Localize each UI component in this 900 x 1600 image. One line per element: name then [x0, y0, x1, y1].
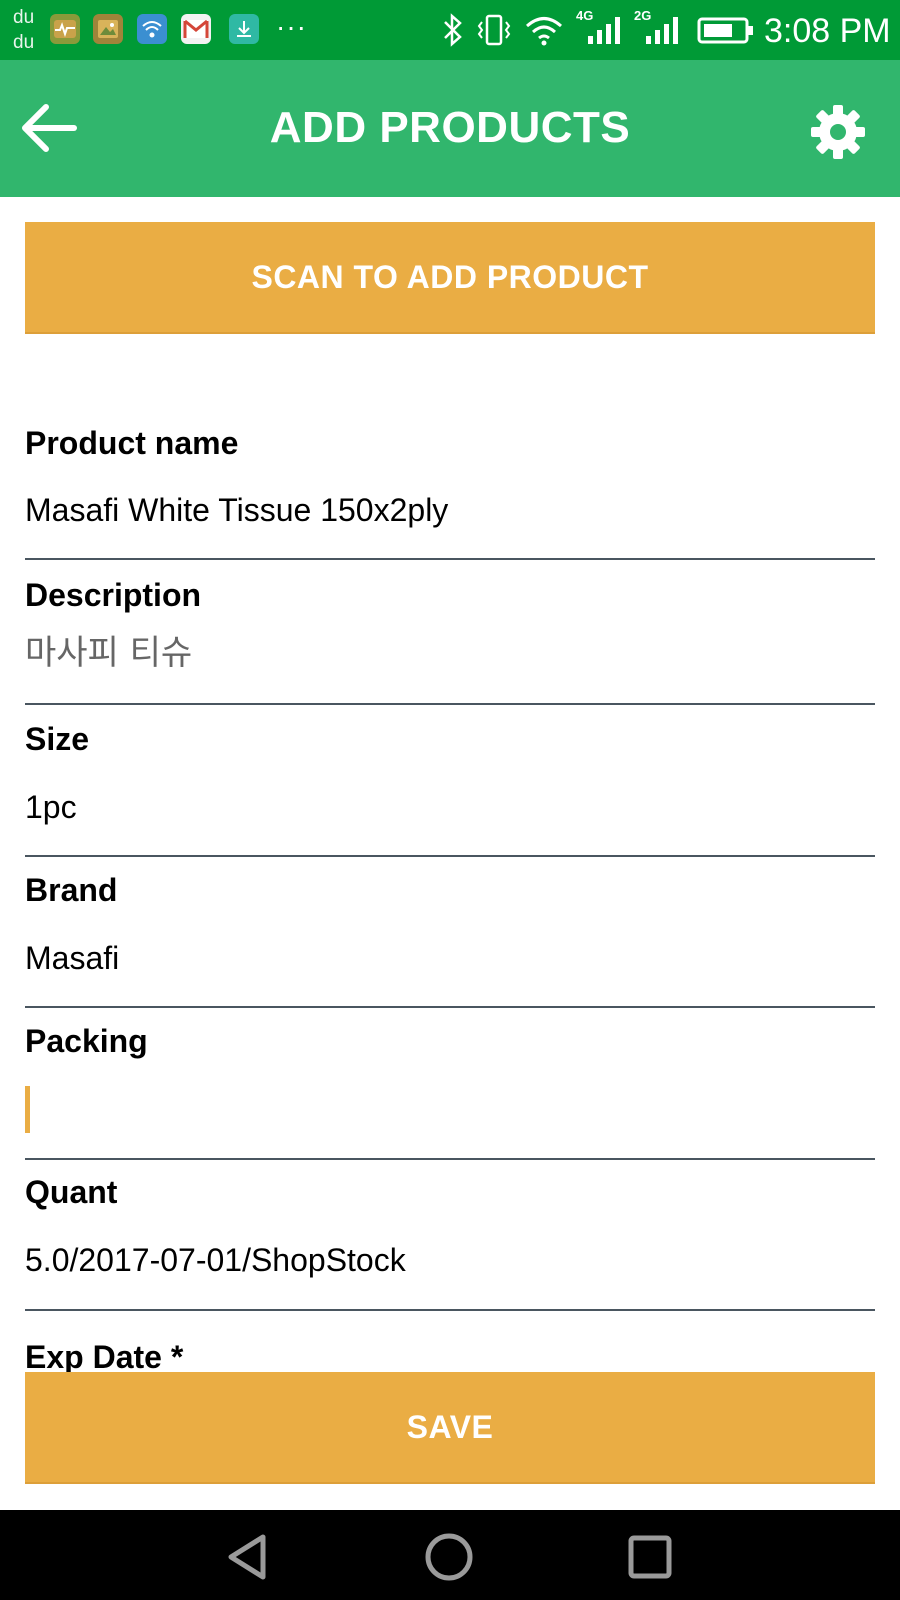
nav-home-button[interactable] [424, 1532, 474, 1582]
brand-input[interactable]: Masafi [25, 938, 119, 978]
divider [25, 558, 875, 560]
divider [25, 855, 875, 857]
product-name-input[interactable]: Masafi White Tissue 150x2ply [25, 490, 448, 530]
description-input[interactable]: 마사피 티슈 [25, 633, 192, 673]
quant-input[interactable]: 5.0/2017-07-01/ShopStock [25, 1240, 406, 1280]
divider [25, 1158, 875, 1160]
packing-label: Packing [25, 1023, 148, 1059]
description-label: Description [25, 577, 202, 613]
size-label: Size [25, 721, 90, 757]
size-input[interactable]: 1pc [25, 787, 77, 827]
divider [25, 1006, 875, 1008]
quant-label: Quant [25, 1174, 118, 1210]
system-nav-bar [0, 1510, 900, 1600]
scan-to-add-product-button[interactable]: SCAN TO ADD PRODUCT [25, 222, 875, 334]
text-cursor [25, 1086, 30, 1133]
product-form: SCAN TO ADD PRODUCT Product name Masafi … [0, 0, 900, 1372]
brand-label: Brand [25, 872, 118, 908]
save-button[interactable]: SAVE [25, 1372, 875, 1484]
exp-date-label: Exp Date * [25, 1339, 184, 1372]
product-name-label: Product name [25, 425, 239, 461]
divider [25, 703, 875, 705]
divider [25, 1309, 875, 1311]
packing-input[interactable] [25, 1088, 875, 1132]
nav-back-button[interactable] [225, 1532, 275, 1582]
nav-recents-button[interactable] [625, 1532, 675, 1582]
